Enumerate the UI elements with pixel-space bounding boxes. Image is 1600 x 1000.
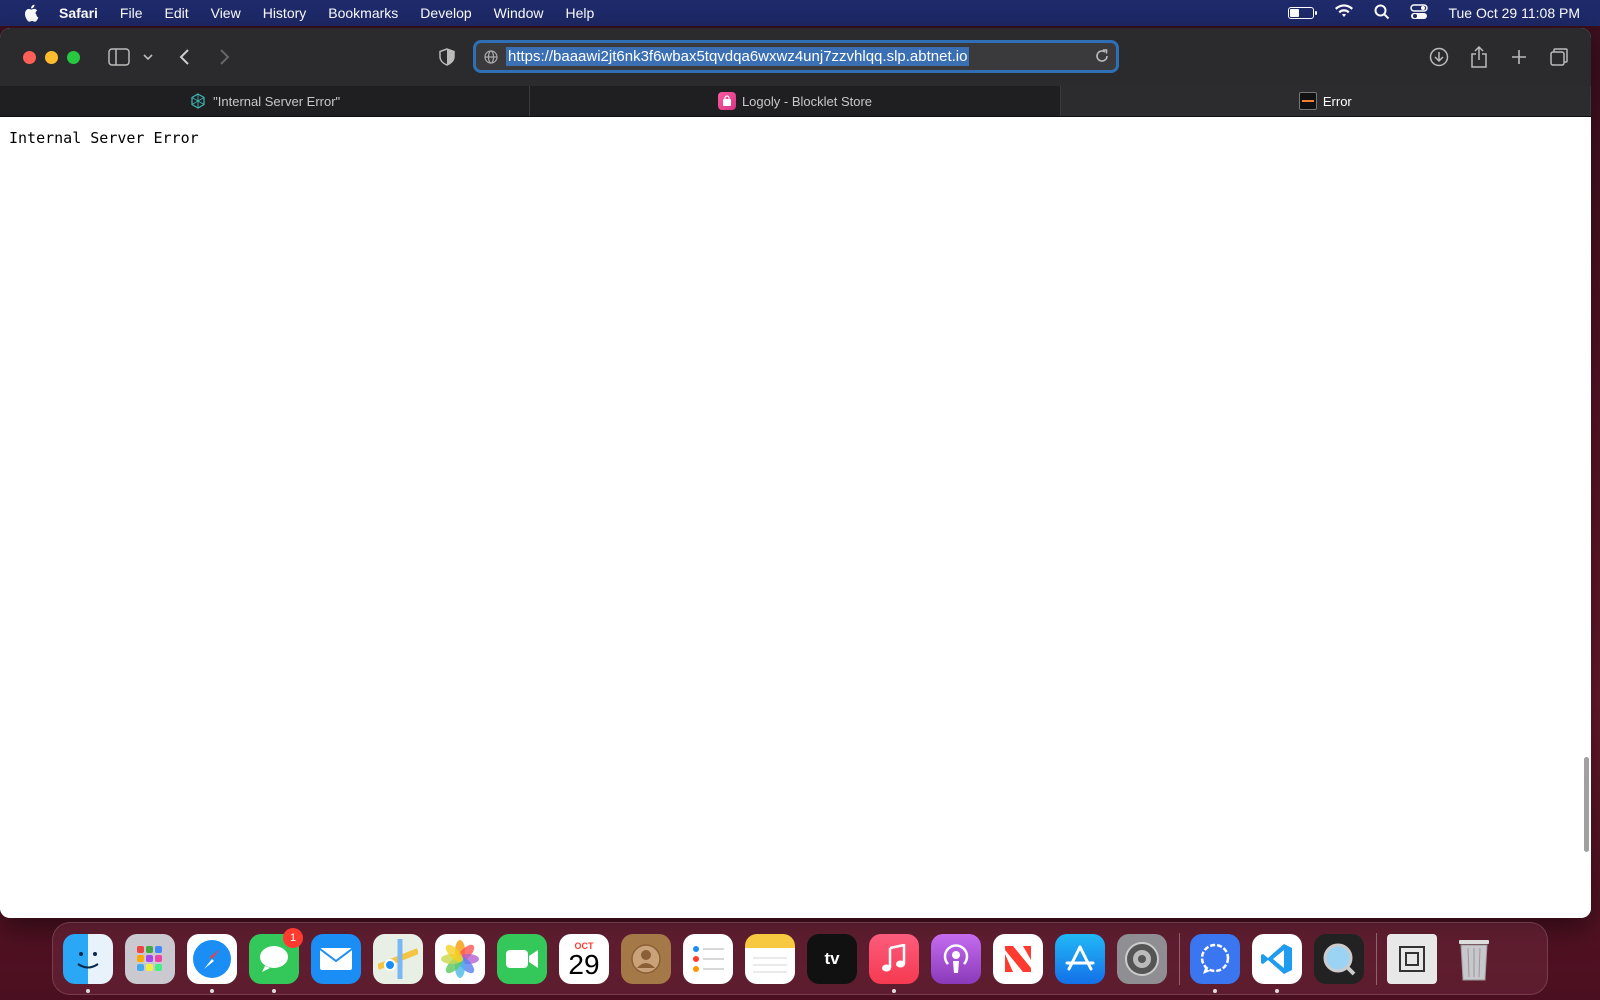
- menu-edit[interactable]: Edit: [164, 5, 188, 21]
- spotlight-search-icon[interactable]: [1374, 4, 1390, 23]
- messages-badge: 1: [283, 927, 303, 948]
- store-bag-icon: [717, 92, 736, 110]
- minimize-window-button[interactable]: [45, 50, 58, 64]
- system-settings-icon[interactable]: [1117, 933, 1167, 984]
- menu-bar: Safari File Edit View History Bookmarks …: [0, 0, 1600, 26]
- tab-internal-server-error[interactable]: "Internal Server Error": [0, 86, 531, 116]
- menu-file[interactable]: File: [120, 5, 143, 21]
- dock-separator: [1179, 932, 1180, 985]
- reminders-icon[interactable]: [683, 933, 733, 984]
- messages-icon[interactable]: 1: [249, 927, 303, 993]
- wifi-icon[interactable]: [1334, 4, 1354, 22]
- menu-develop[interactable]: Develop: [420, 5, 471, 21]
- share-icon[interactable]: [1465, 43, 1493, 71]
- contacts-icon[interactable]: [621, 933, 671, 984]
- dark-site-icon: [1298, 92, 1317, 110]
- chevron-down-icon[interactable]: [134, 43, 162, 71]
- downloads-stack-icon[interactable]: [1387, 933, 1437, 984]
- window-controls: [23, 50, 80, 64]
- url-text[interactable]: https://baaawi2jt6nk3f6wbax5tqvdqa6wxwz4…: [506, 47, 970, 66]
- mail-icon[interactable]: [311, 933, 361, 984]
- hexagon-logo-icon: [189, 92, 207, 110]
- scrollbar[interactable]: [1584, 757, 1589, 852]
- apple-menu-icon[interactable]: [23, 4, 41, 22]
- tab-label: Error: [1322, 93, 1352, 109]
- dock: 1 OCT 29 tv: [52, 922, 1548, 995]
- error-message: Internal Server Error: [9, 129, 199, 147]
- calendar-day: 29: [568, 948, 600, 980]
- menu-history[interactable]: History: [263, 5, 307, 21]
- back-button[interactable]: [171, 43, 199, 71]
- tab-label: "Internal Server Error": [213, 93, 341, 109]
- menu-bookmarks[interactable]: Bookmarks: [328, 5, 398, 21]
- tab-error[interactable]: Error: [1060, 86, 1591, 116]
- privacy-shield-icon[interactable]: [433, 43, 461, 71]
- close-window-button[interactable]: [23, 50, 36, 64]
- podcasts-icon[interactable]: [931, 933, 981, 984]
- page-content: Internal Server Error: [0, 117, 1591, 917]
- calendar-icon[interactable]: OCT 29: [559, 933, 609, 984]
- quicktime-icon[interactable]: [1314, 933, 1364, 984]
- finder-icon[interactable]: [63, 933, 113, 993]
- notes-icon[interactable]: [745, 933, 795, 984]
- dock-separator: [1376, 932, 1377, 985]
- music-icon[interactable]: [869, 933, 919, 993]
- maximize-window-button[interactable]: [67, 50, 80, 64]
- globe-icon: [484, 49, 500, 65]
- control-center-icon[interactable]: [1410, 3, 1429, 23]
- trash-icon[interactable]: [1449, 934, 1499, 984]
- signal-icon[interactable]: [1190, 933, 1240, 993]
- tab-bar: "Internal Server Error" Logoly - Blockle…: [0, 86, 1591, 117]
- menubar-clock[interactable]: Tue Oct 29 11:08 PM: [1448, 5, 1580, 21]
- facetime-icon[interactable]: [497, 933, 547, 984]
- address-bar[interactable]: https://baaawi2jt6nk3f6wbax5tqvdqa6wxwz4…: [473, 40, 1119, 73]
- app-store-icon[interactable]: [1055, 933, 1105, 984]
- maps-icon[interactable]: [373, 933, 423, 984]
- battery-icon[interactable]: [1288, 7, 1318, 19]
- menu-app-safari[interactable]: Safari: [59, 5, 98, 21]
- apple-tv-icon[interactable]: tv: [807, 933, 857, 984]
- safari-window: https://baaawi2jt6nk3f6wbax5tqvdqa6wxwz4…: [0, 28, 1591, 918]
- launchpad-icon[interactable]: [125, 933, 175, 984]
- downloads-icon[interactable]: [1425, 43, 1453, 71]
- reload-icon[interactable]: [1094, 48, 1110, 69]
- forward-button[interactable]: [210, 43, 238, 71]
- browser-toolbar: https://baaawi2jt6nk3f6wbax5tqvdqa6wxwz4…: [0, 28, 1591, 86]
- menu-window[interactable]: Window: [494, 5, 544, 21]
- photos-icon[interactable]: [435, 933, 485, 984]
- tab-label: Logoly - Blocklet Store: [741, 93, 873, 109]
- safari-icon[interactable]: [187, 933, 237, 993]
- sidebar-toggle-icon[interactable]: [105, 43, 133, 71]
- new-tab-icon[interactable]: [1505, 43, 1533, 71]
- menu-help[interactable]: Help: [565, 5, 594, 21]
- vscode-icon[interactable]: [1252, 933, 1302, 993]
- news-icon[interactable]: [993, 933, 1043, 984]
- tab-overview-icon[interactable]: [1545, 43, 1573, 71]
- menu-view[interactable]: View: [211, 5, 241, 21]
- tab-logoly-blocklet-store[interactable]: Logoly - Blocklet Store: [530, 86, 1061, 116]
